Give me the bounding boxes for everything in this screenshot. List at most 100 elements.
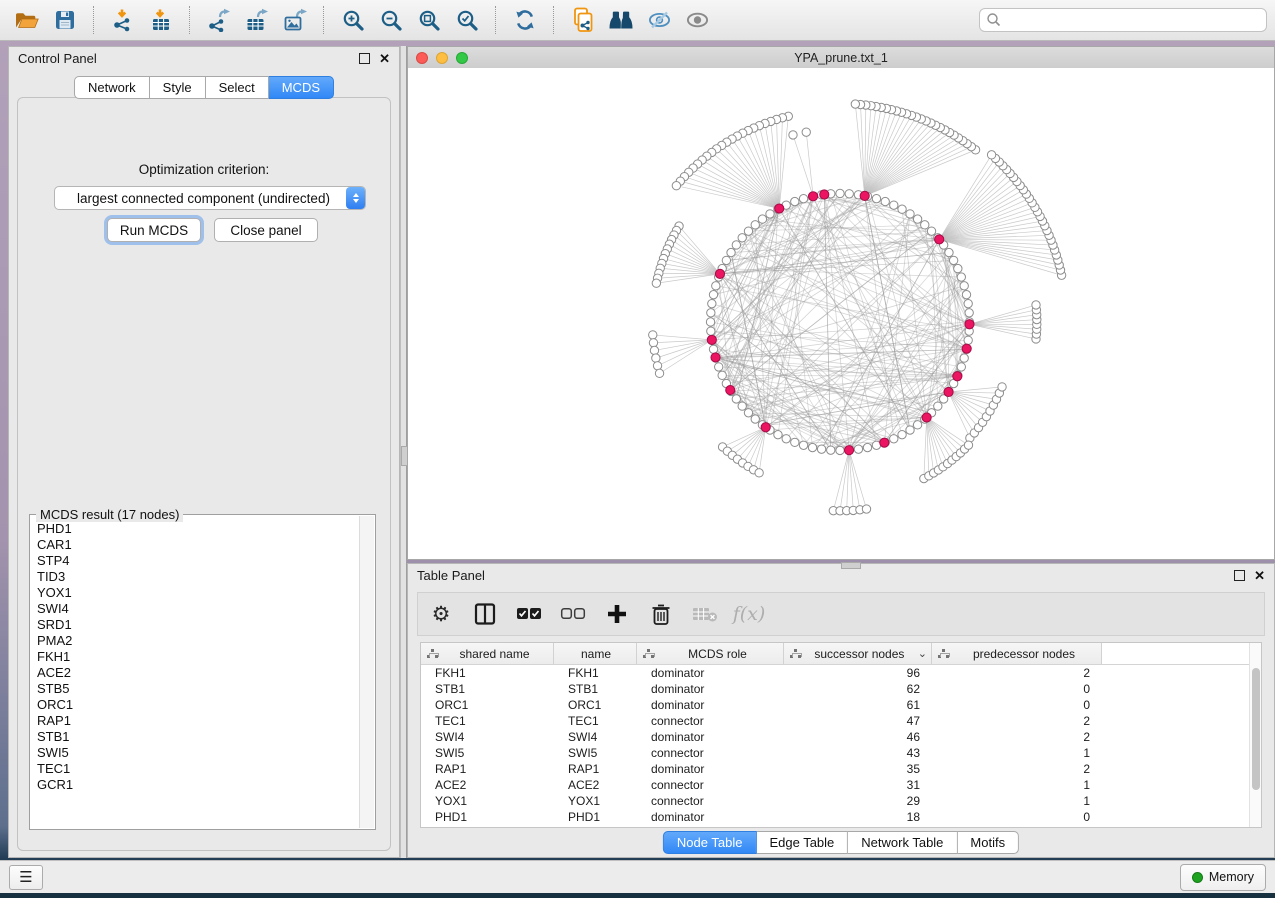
- tab-edge-table[interactable]: Edge Table: [756, 831, 848, 854]
- column-header-successor-nodes[interactable]: successor nodes⌄: [784, 643, 932, 664]
- mcds-result-item[interactable]: SRD1: [37, 617, 359, 633]
- search-icon: [986, 12, 1002, 28]
- table-row[interactable]: TEC1TEC1connector472: [421, 713, 1261, 729]
- search-network-binoculars-icon[interactable]: [606, 5, 636, 35]
- clone-network-icon[interactable]: [568, 5, 598, 35]
- hide-selected-eye-slash-icon[interactable]: [644, 5, 674, 35]
- table-row[interactable]: SWI5SWI5connector431: [421, 745, 1261, 761]
- table-row[interactable]: SWI4SWI4dominator462: [421, 729, 1261, 745]
- column-label: successor nodes: [803, 647, 916, 661]
- mcds-result-item[interactable]: PHD1: [37, 521, 359, 537]
- refresh-icon[interactable]: [510, 5, 540, 35]
- column-header-mcds-role[interactable]: MCDS role: [637, 643, 784, 664]
- tab-motifs[interactable]: Motifs: [957, 831, 1019, 854]
- import-network-icon[interactable]: [108, 5, 138, 35]
- mcds-result-item[interactable]: SWI4: [37, 601, 359, 617]
- mcds-result-item[interactable]: STP4: [37, 553, 359, 569]
- select-all-columns-icon[interactable]: [516, 601, 542, 627]
- table-cell: 2: [932, 713, 1102, 729]
- zoom-selected-icon[interactable]: [452, 5, 482, 35]
- table-cell: 46: [784, 729, 932, 745]
- tab-select[interactable]: Select: [206, 76, 269, 99]
- network-graph[interactable]: [408, 68, 1274, 559]
- mcds-result-item[interactable]: STB5: [37, 681, 359, 697]
- table-cell: PHD1: [421, 809, 554, 825]
- mcds-list-scrollbar[interactable]: [359, 516, 374, 828]
- table-scrollbar-thumb[interactable]: [1252, 668, 1260, 790]
- tab-style[interactable]: Style: [150, 76, 206, 99]
- table-row[interactable]: FKH1FKH1dominator962: [421, 665, 1261, 681]
- show-all-eye-icon[interactable]: [682, 5, 712, 35]
- mcds-result-item[interactable]: SWI5: [37, 745, 359, 761]
- toolbar-separator: [553, 6, 555, 34]
- network-column-icon: [427, 648, 438, 659]
- mcds-result-item[interactable]: RAP1: [37, 713, 359, 729]
- column-header-shared-name[interactable]: shared name: [421, 643, 554, 664]
- mcds-result-item[interactable]: FKH1: [37, 649, 359, 665]
- table-cell: ORC1: [421, 697, 554, 713]
- close-panel-icon[interactable]: ✕: [1254, 569, 1265, 582]
- import-table-icon[interactable]: [146, 5, 176, 35]
- search-box[interactable]: [979, 8, 1267, 32]
- show-columns-icon[interactable]: [472, 601, 498, 627]
- zoom-out-icon[interactable]: [376, 5, 406, 35]
- tab-network[interactable]: Network: [74, 76, 150, 99]
- table-cell: dominator: [637, 729, 784, 745]
- table-cell: 35: [784, 761, 932, 777]
- table-cell: 2: [932, 761, 1102, 777]
- mcds-result-item[interactable]: ORC1: [37, 697, 359, 713]
- run-mcds-button[interactable]: Run MCDS: [107, 218, 201, 242]
- save-icon[interactable]: [50, 5, 80, 35]
- tab-node-table[interactable]: Node Table: [663, 831, 757, 854]
- table-cell: 2: [932, 665, 1102, 681]
- table-cell: STB1: [554, 681, 637, 697]
- search-input[interactable]: [1002, 12, 1260, 28]
- close-panel-button[interactable]: Close panel: [214, 218, 318, 242]
- export-network-icon[interactable]: [204, 5, 234, 35]
- table-cell: FKH1: [421, 665, 554, 681]
- mcds-result-item[interactable]: ACE2: [37, 665, 359, 681]
- open-file-icon[interactable]: [12, 5, 42, 35]
- mcds-result-item[interactable]: YOX1: [37, 585, 359, 601]
- table-settings-gear-icon[interactable]: ⚙: [428, 601, 454, 627]
- export-image-icon[interactable]: [280, 5, 310, 35]
- column-header-name[interactable]: name: [554, 643, 637, 664]
- zoom-fit-icon[interactable]: [414, 5, 444, 35]
- table-row[interactable]: ORC1ORC1dominator610: [421, 697, 1261, 713]
- table-row[interactable]: YOX1YOX1connector291: [421, 793, 1261, 809]
- table-cell: 62: [784, 681, 932, 697]
- close-panel-icon[interactable]: ✕: [379, 52, 390, 65]
- export-table-icon[interactable]: [242, 5, 272, 35]
- tab-mcds[interactable]: MCDS: [269, 76, 334, 99]
- table-row[interactable]: STB1STB1dominator620: [421, 681, 1261, 697]
- table-scrollbar[interactable]: [1249, 643, 1261, 827]
- mcds-result-item[interactable]: STB1: [37, 729, 359, 745]
- vertical-splitter[interactable]: [400, 46, 407, 858]
- network-canvas[interactable]: [408, 68, 1274, 559]
- table-row[interactable]: PHD1PHD1dominator180: [421, 809, 1261, 825]
- deselect-all-columns-icon[interactable]: [560, 601, 586, 627]
- mcds-result-item[interactable]: CAR1: [37, 537, 359, 553]
- network-window-titlebar[interactable]: YPA_prune.txt_1: [408, 47, 1274, 69]
- table-row[interactable]: ACE2ACE2connector311: [421, 777, 1261, 793]
- zoom-in-icon[interactable]: [338, 5, 368, 35]
- memory-button[interactable]: Memory: [1180, 864, 1266, 891]
- toolbar-separator: [189, 6, 191, 34]
- optimization-criterion-select[interactable]: largest connected component (undirected): [54, 186, 366, 210]
- task-history-button[interactable]: ☰: [9, 865, 43, 890]
- delete-row-trash-icon[interactable]: [648, 601, 674, 627]
- float-window-icon[interactable]: [359, 53, 370, 64]
- mcds-result-item[interactable]: PMA2: [37, 633, 359, 649]
- mcds-result-item[interactable]: TID3: [37, 569, 359, 585]
- column-header-predecessor-nodes[interactable]: predecessor nodes: [932, 643, 1102, 664]
- optimization-criterion-value: largest connected component (undirected): [55, 191, 346, 206]
- float-window-icon[interactable]: [1234, 570, 1245, 581]
- mcds-result-item[interactable]: TEC1: [37, 761, 359, 777]
- add-row-icon[interactable]: [604, 601, 630, 627]
- mcds-result-item[interactable]: GCR1: [37, 777, 359, 793]
- table-row[interactable]: RAP1RAP1dominator352: [421, 761, 1261, 777]
- mcds-result-list[interactable]: PHD1CAR1STP4TID3YOX1SWI4SRD1PMA2FKH1ACE2…: [31, 517, 359, 828]
- horizontal-splitter-handle[interactable]: [841, 562, 861, 569]
- node-table[interactable]: shared namenameMCDS rolesuccessor nodes⌄…: [420, 642, 1262, 828]
- tab-network-table[interactable]: Network Table: [848, 831, 957, 854]
